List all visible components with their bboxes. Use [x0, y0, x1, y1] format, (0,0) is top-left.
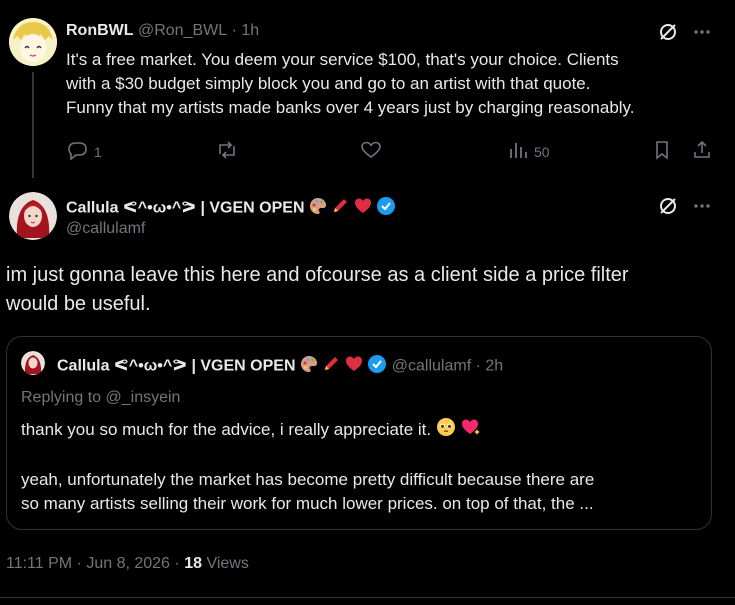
grok-icon[interactable]	[658, 22, 678, 42]
quote-text-line: thank you so much for the advice, i real…	[21, 419, 432, 439]
share-icon	[692, 140, 712, 165]
sparkling-heart-emoji-icon	[461, 417, 481, 444]
main-author-handle[interactable]: @callulamf	[66, 220, 145, 238]
share-button[interactable]	[692, 140, 712, 165]
more-options-icon[interactable]	[692, 22, 712, 42]
main-text-line: would be useful.	[6, 293, 151, 315]
quote-text: thank you so much for the advice, i real…	[21, 417, 701, 516]
analytics-icon	[508, 140, 528, 163]
quote-author-handle: @callulamf	[391, 357, 472, 375]
main-avatar[interactable]	[9, 192, 57, 240]
bookmark-button[interactable]	[652, 140, 672, 165]
comment-icon	[66, 140, 88, 163]
main-author-name[interactable]: Callula ᕙ^•ω•^ᕗ | VGEN OPEN	[66, 200, 305, 217]
reply-author-handle[interactable]: @Ron_BWL	[138, 22, 227, 39]
quote-author-name: Callula ᕙ^•ω•^ᕗ | VGEN OPEN	[57, 357, 296, 375]
reply-author-name[interactable]: RonBWL	[66, 22, 134, 39]
reply-text: It's a free market. You deem your servic…	[66, 48, 726, 120]
bookmark-icon	[652, 140, 672, 165]
like-button[interactable]	[360, 140, 382, 163]
tweet-views-label: Views	[206, 555, 249, 572]
pleading-face-emoji-icon	[436, 417, 456, 444]
views-count: 50	[534, 143, 550, 160]
grok-icon[interactable]	[658, 196, 678, 216]
reply-time[interactable]: · 1h	[232, 22, 260, 39]
reply-button[interactable]: 1	[66, 140, 102, 163]
verified-badge-icon[interactable]	[376, 196, 396, 221]
palette-emoji-icon	[300, 355, 318, 378]
main-tweet-text: im just gonna leave this here and ofcour…	[6, 261, 726, 319]
thread-connector-line	[32, 72, 34, 178]
tweet-meta: 11:11 PM · Jun 8, 2026 · 18 Views	[6, 555, 249, 573]
reply-avatar[interactable]	[9, 18, 57, 66]
quote-replying-to: Replying to @_insyein	[21, 389, 181, 406]
tweet-timestamp[interactable]: 11:11 PM · Jun 8, 2026 ·	[6, 555, 180, 572]
tweet-views-count: 18	[184, 555, 202, 572]
bottom-divider	[0, 597, 735, 598]
reply-text-line: with a $30 budget simply block you and g…	[66, 74, 591, 93]
crayon-emoji-icon	[331, 197, 349, 220]
quote-text-line: so many artists selling their work for m…	[21, 494, 594, 513]
quoted-tweet-card[interactable]: Callula ᕙ^•ω•^ᕗ | VGEN OPEN @callulamf ·…	[6, 336, 712, 530]
retweet-icon	[216, 140, 238, 163]
quote-text-line: yeah, unfortunately the market has becom…	[21, 470, 595, 489]
crayon-emoji-icon	[322, 355, 340, 378]
heart-emoji-icon	[354, 197, 372, 220]
reply-text-line: It's a free market. You deem your servic…	[66, 50, 619, 69]
main-text-line: im just gonna leave this here and ofcour…	[6, 264, 629, 286]
heart-icon	[360, 140, 382, 163]
quote-time: · 2h	[475, 357, 504, 375]
reply-count: 1	[94, 143, 102, 160]
retweet-button[interactable]	[216, 140, 238, 163]
views-button[interactable]: 50	[508, 140, 550, 163]
quote-avatar[interactable]	[21, 351, 45, 375]
verified-badge-icon	[367, 354, 387, 379]
heart-emoji-icon	[345, 355, 363, 378]
reply-text-line: Funny that my artists made banks over 4 …	[66, 98, 635, 117]
more-options-icon[interactable]	[692, 196, 712, 216]
palette-emoji-icon	[309, 197, 327, 220]
